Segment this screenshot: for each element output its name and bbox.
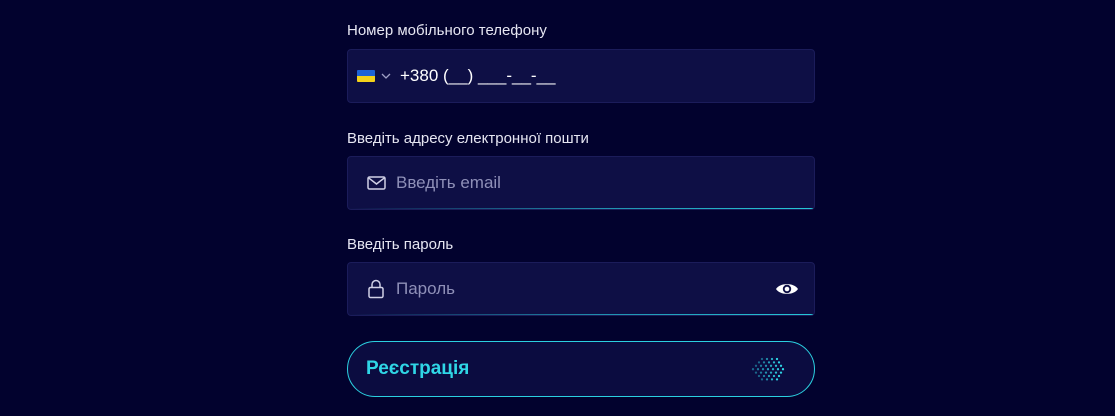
field-focus-line bbox=[348, 314, 814, 315]
email-field[interactable]: Введіть email bbox=[347, 156, 815, 210]
dotted-arrow-icon bbox=[750, 356, 798, 382]
register-button[interactable]: Реєстрація bbox=[347, 341, 815, 397]
eye-icon[interactable] bbox=[775, 281, 799, 297]
chevron-down-icon[interactable] bbox=[381, 72, 391, 80]
ukraine-flag-icon[interactable] bbox=[357, 70, 375, 82]
password-input[interactable]: Пароль bbox=[396, 279, 455, 299]
field-focus-line bbox=[348, 208, 814, 209]
register-button-label: Реєстрація bbox=[366, 358, 470, 379]
email-input[interactable]: Введіть email bbox=[396, 173, 501, 193]
phone-label: Номер мобільного телефону bbox=[347, 22, 547, 39]
password-field[interactable]: Пароль bbox=[347, 262, 815, 316]
email-label: Введіть адресу електронної пошти bbox=[347, 130, 589, 147]
phone-input[interactable]: +380 (__) ___-__-__ bbox=[400, 66, 555, 86]
password-label: Введіть пароль bbox=[347, 236, 454, 253]
mail-icon bbox=[367, 176, 386, 190]
phone-field[interactable]: +380 (__) ___-__-__ bbox=[347, 49, 815, 103]
lock-icon bbox=[368, 279, 384, 299]
